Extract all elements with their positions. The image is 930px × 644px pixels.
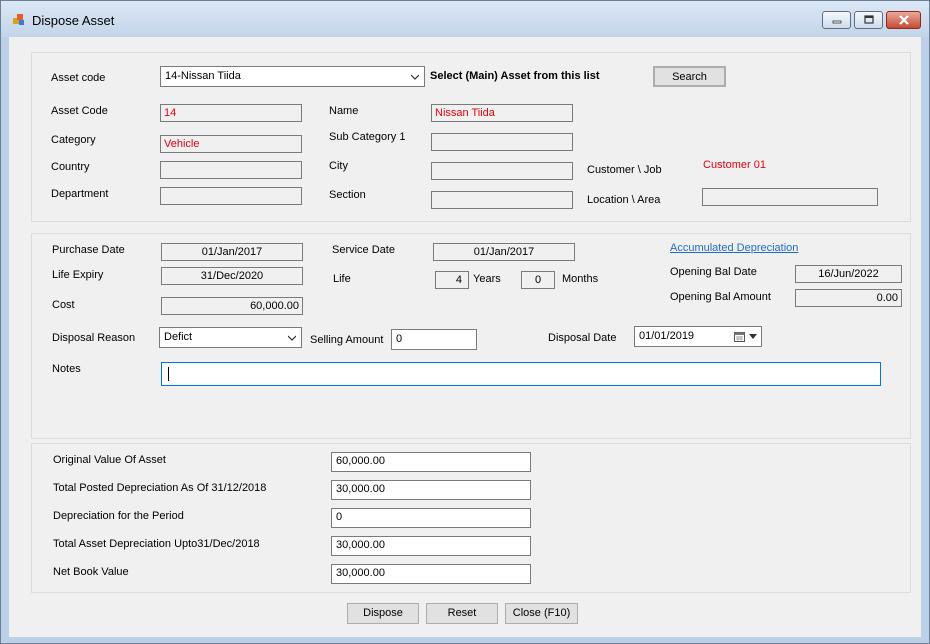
form-body: Asset code 14-Nissan Tiida Select (Main)…: [9, 37, 921, 637]
total-asset-dep-label: Total Asset Depreciation Upto31/Dec/2018: [53, 538, 260, 550]
disposal-date-label: Disposal Date: [548, 332, 617, 344]
accumulated-depreciation-link[interactable]: Accumulated Depreciation: [670, 242, 798, 254]
maximize-icon: [863, 15, 874, 24]
notes-input[interactable]: [161, 362, 881, 386]
life-expiry-field: 31/Dec/2020: [161, 267, 303, 285]
disposal-date-picker[interactable]: 01/01/2019: [634, 326, 762, 347]
net-book-value-field[interactable]: 30,000.00: [331, 564, 531, 584]
dep-period-label: Depreciation for the Period: [53, 510, 184, 522]
text-cursor: [168, 367, 169, 381]
service-date-label: Service Date: [332, 244, 395, 256]
service-date-field: 01/Jan/2017: [433, 243, 575, 261]
close-button[interactable]: Close (F10): [505, 603, 578, 624]
asset-code-label: Asset Code: [51, 105, 108, 117]
app-icon: [13, 14, 24, 25]
sub-category-label: Sub Category 1: [329, 131, 406, 143]
city-field: [431, 162, 573, 180]
disposal-reason-dropdown[interactable]: Defict: [159, 327, 302, 348]
opening-bal-amount-label: Opening Bal Amount: [670, 291, 771, 303]
department-field: [160, 187, 302, 205]
location-label: Location \ Area: [587, 194, 661, 206]
customer-value: Customer 01: [703, 159, 766, 171]
department-label: Department: [51, 188, 109, 200]
minimize-button[interactable]: [822, 11, 851, 29]
notes-label: Notes: [52, 363, 81, 375]
category-field: Vehicle: [160, 135, 302, 153]
net-book-value-label: Net Book Value: [53, 566, 129, 578]
opening-bal-date-label: Opening Bal Date: [670, 266, 757, 278]
months-label: Months: [562, 273, 599, 285]
opening-bal-date-field: 16/Jun/2022: [795, 265, 902, 283]
dep-period-field[interactable]: 0: [331, 508, 531, 528]
dispose-button[interactable]: Dispose: [347, 603, 419, 624]
close-window-button[interactable]: [886, 11, 921, 29]
life-months-field: 0: [521, 271, 555, 289]
disposal-date-value: 01/01/2019: [639, 330, 695, 342]
original-value-label: Original Value Of Asset: [53, 454, 166, 466]
name-label: Name: [329, 105, 359, 117]
sub-category-field: [431, 133, 573, 151]
life-label: Life: [333, 273, 351, 285]
country-label: Country: [51, 161, 90, 173]
chevron-down-icon: [411, 74, 419, 80]
location-field: [702, 188, 878, 206]
disposal-reason-label: Disposal Reason: [52, 332, 136, 344]
city-label: City: [329, 160, 348, 172]
purchase-date-label: Purchase Date: [52, 244, 125, 256]
cost-field: 60,000.00: [161, 297, 303, 315]
search-button[interactable]: Search: [653, 66, 726, 87]
total-posted-dep-label: Total Posted Depreciation As Of 31/12/20…: [53, 482, 267, 494]
selling-amount-input[interactable]: 0: [391, 329, 477, 350]
dispose-asset-window: Dispose Asset Asset code 14-Nissan Tiida…: [0, 0, 930, 644]
chevron-down-icon: [288, 335, 296, 341]
customer-label: Customer \ Job: [587, 164, 662, 176]
disposal-reason-value: Defict: [164, 331, 193, 343]
selling-amount-label: Selling Amount: [310, 334, 384, 346]
section-field: [431, 191, 573, 209]
calendar-icon[interactable]: [734, 331, 745, 342]
asset-code-field: 14: [160, 104, 302, 122]
years-label: Years: [473, 273, 501, 285]
purchase-date-field: 01/Jan/2017: [161, 243, 303, 261]
minimize-icon: [832, 20, 841, 24]
reset-button[interactable]: Reset: [426, 603, 498, 624]
original-value-field[interactable]: 60,000.00: [331, 452, 531, 472]
life-expiry-label: Life Expiry: [52, 269, 104, 281]
section-label: Section: [329, 189, 366, 201]
window-title: Dispose Asset: [32, 13, 115, 28]
asset-code-dropdown-value: 14-Nissan Tiida: [165, 70, 241, 82]
asset-code-select-label: Asset code: [51, 72, 106, 84]
asset-select-hint: Select (Main) Asset from this list: [430, 70, 600, 82]
title-bar[interactable]: Dispose Asset: [1, 1, 929, 37]
name-field: Nissan Tiida: [431, 104, 573, 122]
asset-code-dropdown[interactable]: 14-Nissan Tiida: [160, 66, 425, 87]
cost-label: Cost: [52, 299, 75, 311]
total-asset-dep-field[interactable]: 30,000.00: [331, 536, 531, 556]
opening-bal-amount-field: 0.00: [795, 289, 902, 307]
total-posted-dep-field[interactable]: 30,000.00: [331, 480, 531, 500]
chevron-down-icon[interactable]: [749, 334, 757, 340]
close-icon: [898, 15, 909, 25]
maximize-button[interactable]: [854, 11, 883, 29]
category-label: Category: [51, 134, 96, 146]
country-field: [160, 161, 302, 179]
life-years-field: 4: [435, 271, 469, 289]
